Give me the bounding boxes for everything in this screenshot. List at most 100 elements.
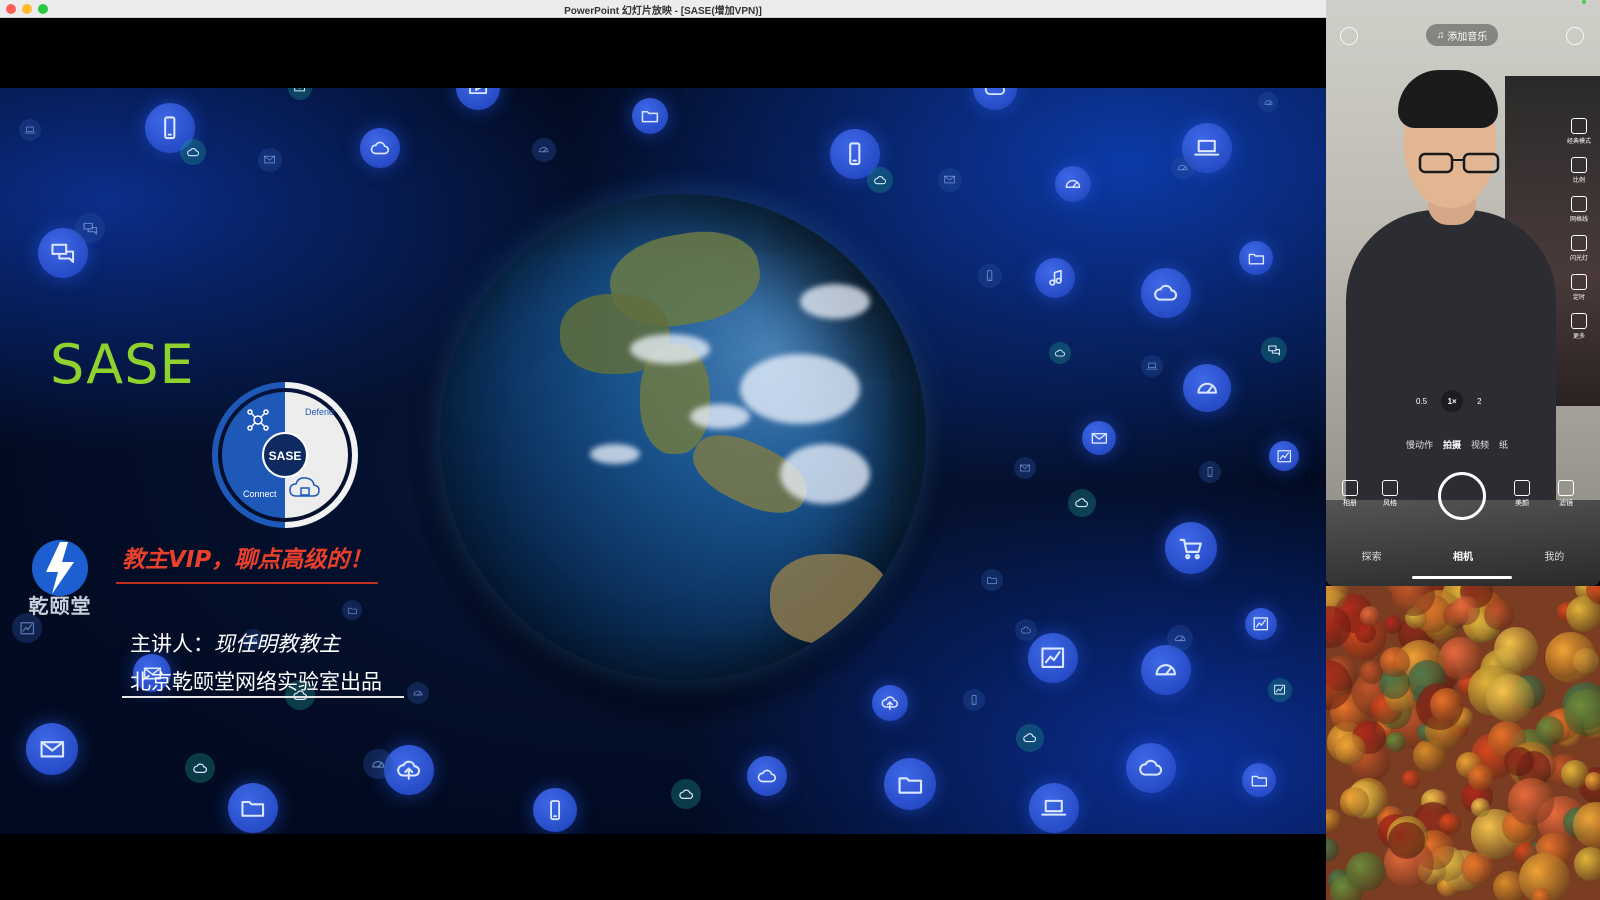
earth-image [440, 194, 926, 680]
logo-text: 乾颐堂 [28, 596, 92, 618]
tree-canopy [1535, 716, 1565, 745]
tagline: 教主VIP，聊点高级的！ [122, 547, 373, 573]
phone-icon [1199, 461, 1221, 483]
cloud-icon [1068, 489, 1096, 517]
chat-icon [1261, 337, 1287, 363]
chevron-up-icon [1571, 313, 1587, 329]
ring-connect-label: Connect [243, 489, 277, 499]
switch-camera-button[interactable] [1566, 27, 1584, 45]
tree-canopy [1401, 769, 1421, 789]
cloud-icon [973, 88, 1017, 110]
music-icon [1035, 258, 1075, 298]
side-tool-flash[interactable]: 闪光灯 [1564, 235, 1594, 262]
cloud-icon [1049, 342, 1071, 364]
cloud-icon [1141, 268, 1191, 318]
mail-icon [1014, 457, 1036, 479]
gauge-icon [1055, 166, 1091, 202]
beauty-icon [1514, 480, 1530, 496]
chart-icon [1245, 608, 1277, 640]
window-title: PowerPoint 幻灯片放映 - [SASE(增加VPN)] [564, 6, 762, 17]
tree-canopy [1485, 674, 1535, 723]
tree-canopy [1545, 632, 1597, 684]
tree-canopy [1503, 746, 1534, 777]
music-note-icon: ♫ [1436, 29, 1445, 41]
screen: PowerPoint 幻灯片放映 - [SASE(增加VPN)] SASE SA [0, 0, 1600, 900]
mail-icon [26, 723, 78, 775]
phone-icon [978, 264, 1002, 288]
tree-canopy [1383, 615, 1403, 634]
side-tool-timer[interactable]: 定时 [1564, 274, 1594, 301]
mail-icon [1082, 421, 1116, 455]
side-tool-more[interactable]: 更多 [1564, 313, 1594, 340]
cloud-icon [1015, 619, 1037, 641]
cloud-icon [867, 167, 893, 193]
gauge-icon [1171, 156, 1195, 180]
window-titlebar: PowerPoint 幻灯片放映 - [SASE(增加VPN)] [0, 0, 1326, 18]
add-music-button[interactable]: ♫ 添加音乐 [1426, 24, 1498, 46]
folder-icon [884, 758, 936, 810]
folder-icon [632, 98, 668, 134]
play-icon [456, 88, 500, 110]
tree-canopy [1493, 626, 1539, 672]
tree-canopy [1483, 599, 1514, 630]
sparkle-icon [1382, 480, 1398, 496]
grid-icon [1571, 196, 1587, 212]
producer-line: 北京乾颐堂网络实验室出品 [130, 670, 382, 694]
slide-canvas[interactable]: SASE SASE Defend Connect 乾颐堂 教主VIP，聊点高级的… [0, 88, 1326, 834]
mail-icon [938, 168, 962, 192]
tree-canopy [1346, 851, 1386, 892]
zoom-selector: 0.5 1× 2 [1416, 390, 1482, 412]
cloud-icon [1126, 743, 1176, 793]
side-tool-grid[interactable]: 网格线 [1564, 196, 1594, 223]
folder-icon [981, 569, 1003, 591]
tree-canopy [1386, 731, 1407, 752]
zoom-option-active[interactable]: 1× [1441, 390, 1464, 412]
album-button[interactable]: 相册 [1332, 480, 1368, 508]
side-tool-classic-mode[interactable]: 经典模式 [1564, 118, 1594, 145]
chart-icon [1268, 678, 1292, 702]
gauge-icon [363, 749, 393, 779]
camera-mode-icon [1571, 118, 1587, 134]
cart-icon [1165, 522, 1217, 574]
mode-slowmo[interactable]: 慢动作 [1406, 438, 1433, 451]
more-options-button[interactable] [1340, 27, 1358, 45]
cloud-icon [180, 139, 206, 165]
mode-photo[interactable]: 拍摄 [1443, 438, 1461, 451]
zoom-option[interactable]: 2 [1477, 397, 1481, 406]
style-button[interactable]: 风格 [1372, 480, 1408, 508]
mode-paper[interactable]: 纸 [1499, 438, 1508, 451]
tab-camera[interactable]: 相机 [1453, 548, 1473, 563]
speaker-name: 现任明教教主 [214, 632, 340, 656]
camera-tabbar: 探索 相机 我的 [1326, 548, 1600, 563]
filter-button[interactable]: 滤镜 [1548, 480, 1584, 508]
album-icon [1342, 480, 1358, 496]
tree-canopy [1429, 687, 1464, 722]
ring-defend-label: Defend [305, 407, 334, 417]
chart-icon [1028, 633, 1078, 683]
capture-mode-selector: 慢动作 拍摄 视频 纸 [1406, 438, 1508, 451]
filter-icon [1558, 480, 1574, 496]
ring-center-label: SASE [269, 449, 302, 463]
mode-video[interactable]: 视频 [1471, 438, 1489, 451]
gauge-icon [1183, 364, 1231, 412]
timer-icon [1571, 274, 1587, 290]
beauty-button[interactable]: 美颜 [1504, 480, 1540, 508]
autumn-forest-photo [1326, 586, 1600, 900]
glasses-icon [1418, 152, 1500, 174]
gauge-icon [1258, 92, 1278, 112]
speaker-prefix: 主讲人： [130, 632, 214, 656]
phone-icon [533, 788, 577, 832]
cloud-icon [747, 756, 787, 796]
side-tool-ratio[interactable]: 比例 [1564, 157, 1594, 184]
flash-icon [1571, 235, 1587, 251]
camera-app-overlay: ♫ 添加音乐 经典模式 比例 网格线 闪光灯 定时 更多 0.5 1× 2 慢动… [1326, 0, 1600, 586]
add-music-label: 添加音乐 [1447, 31, 1488, 43]
gauge-icon [532, 138, 556, 162]
sase-title: SASE [50, 333, 195, 396]
tab-mine[interactable]: 我的 [1544, 548, 1564, 563]
shutter-button[interactable] [1438, 472, 1486, 520]
zoom-option[interactable]: 0.5 [1416, 397, 1427, 406]
tree-canopy [1507, 778, 1554, 825]
tab-explore[interactable]: 探索 [1362, 548, 1382, 563]
tree-canopy [1585, 772, 1600, 791]
